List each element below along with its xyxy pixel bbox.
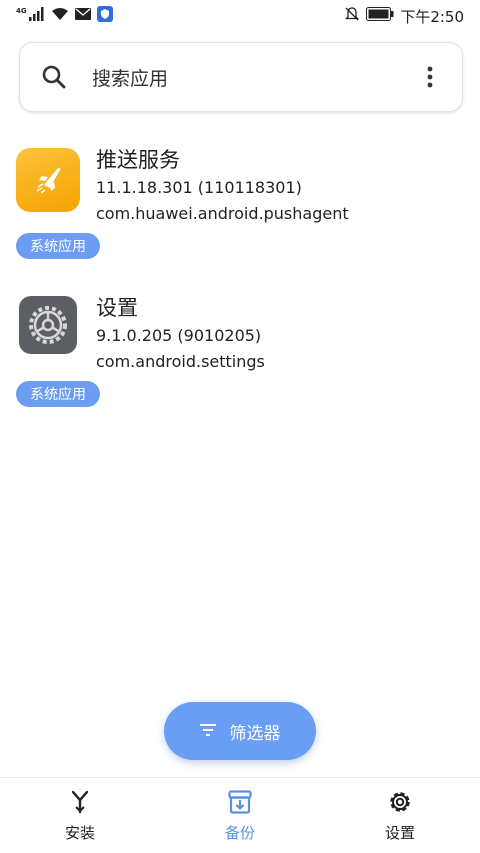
list-item[interactable]: 设置 9.1.0.205 (9010205) com.android.setti… — [0, 296, 480, 426]
status-right: 下午2:50 — [344, 6, 464, 27]
settings-gear-icon — [19, 296, 77, 354]
app-version: 9.1.0.205 (9010205) — [96, 326, 262, 345]
search-bar[interactable]: 搜索应用 — [19, 42, 463, 112]
app-package: com.huawei.android.pushagent — [96, 204, 349, 223]
rocket-icon — [16, 148, 80, 212]
backup-icon — [226, 788, 254, 816]
shield-icon — [96, 6, 113, 26]
filter-button[interactable]: 筛选器 — [164, 702, 316, 760]
search-input[interactable]: 搜索应用 — [92, 64, 418, 91]
gear-icon — [386, 788, 414, 816]
nav-item-install[interactable]: 安装 — [0, 778, 160, 853]
nav-item-backup[interactable]: 备份 — [160, 778, 320, 853]
filter-icon — [199, 721, 216, 741]
clock: 下午2:50 — [400, 7, 464, 26]
search-icon[interactable] — [40, 63, 68, 91]
more-vert-icon[interactable] — [418, 63, 442, 91]
nav-label: 设置 — [384, 824, 415, 842]
battery-icon — [366, 7, 394, 25]
signal-icon — [28, 7, 45, 25]
nav-label: 备份 — [224, 824, 255, 842]
status-left: 4G — [16, 6, 113, 26]
app-name: 推送服务 — [96, 148, 180, 172]
bottom-nav: 安装 备份 设置 — [0, 777, 480, 853]
system-app-badge: 系统应用 — [16, 381, 100, 407]
nav-label: 安装 — [64, 824, 95, 842]
wifi-icon — [51, 7, 69, 25]
mail-icon — [74, 8, 91, 24]
network-type: 4G — [16, 7, 27, 15]
screen: 4G 下午2:50 搜索应用 推送服务 11.1.18.301 (1101183… — [0, 0, 480, 853]
app-name: 设置 — [96, 296, 138, 320]
status-bar: 4G 下午2:50 — [0, 0, 480, 32]
list-item[interactable]: 推送服务 11.1.18.301 (110118301) com.huawei.… — [0, 148, 480, 278]
nav-item-settings[interactable]: 设置 — [320, 778, 480, 853]
app-version: 11.1.18.301 (110118301) — [96, 178, 302, 197]
filter-button-label: 筛选器 — [229, 723, 281, 744]
mute-bell-icon — [344, 6, 360, 26]
system-app-badge: 系统应用 — [16, 233, 100, 259]
app-package: com.android.settings — [96, 352, 265, 371]
install-icon — [66, 788, 94, 816]
